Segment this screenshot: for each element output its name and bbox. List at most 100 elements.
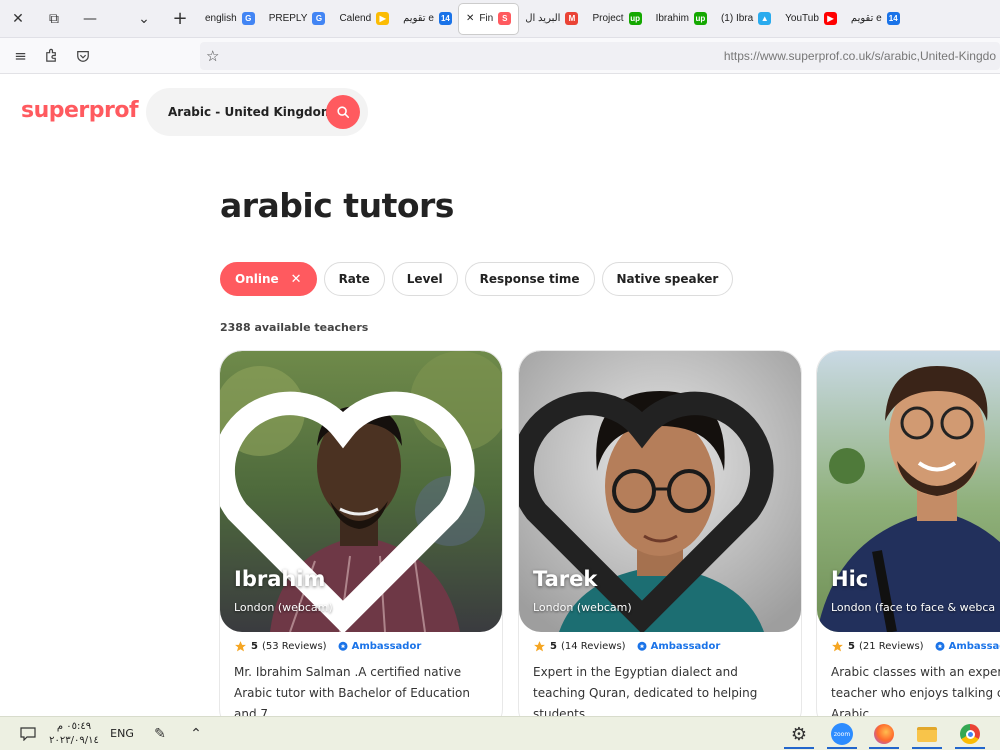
superprof-logo[interactable]: superprof — [21, 98, 139, 123]
page-title: arabic tutors — [220, 186, 454, 225]
tutor-photo[interactable]: Hic London (face to face & webca — [817, 351, 1000, 632]
tutor-location: London (webcam) — [234, 601, 333, 614]
tab-list: english G PREPLY G Calend ▶ تقويم e 14 ✕ Fin S البر… — [198, 3, 907, 34]
filter-native-speaker[interactable]: Native speaker — [601, 262, 734, 296]
tutor-card[interactable]: Hic London (face to face & webca 5 (21 R… — [817, 351, 1000, 716]
tutor-location: London (face to face & webca — [831, 601, 996, 614]
browser-tab[interactable]: تقويم e 14 — [396, 4, 459, 34]
review-count: (21 Reviews) — [858, 641, 924, 652]
close-window-icon[interactable]: ✕ — [0, 0, 36, 38]
tab-label: english — [205, 13, 237, 24]
chrome-icon[interactable] — [953, 719, 987, 749]
tutor-rating-row: 5 (14 Reviews) Ambassador — [533, 640, 720, 653]
browser-tab[interactable]: (1) Ibra ▲ — [714, 4, 778, 34]
menu-icon[interactable]: ≡ — [5, 38, 36, 74]
superprof-icon: S — [498, 12, 512, 25]
bookmark-star-icon[interactable]: ☆ — [206, 47, 219, 65]
zoom-icon[interactable]: zoom — [825, 719, 859, 749]
page-content: superprof Arabic - United Kingdom arabic… — [0, 74, 1000, 716]
filter-rate[interactable]: Rate — [323, 262, 385, 296]
tutor-name: Ibrahim — [234, 567, 326, 591]
results-count: 2388 available teachers — [220, 321, 369, 334]
star-icon — [235, 641, 246, 652]
star-icon — [534, 641, 545, 652]
badge-label: Ambassador — [650, 641, 721, 652]
review-count: (53 Reviews) — [261, 641, 327, 652]
tutor-photo[interactable]: Tarek London (webcam) — [519, 351, 801, 632]
tutor-rating-row: 5 (21 Reviews) Ambassad — [831, 640, 1000, 653]
browser-tab[interactable]: Ibrahim up — [649, 4, 714, 34]
browser-tab[interactable]: PREPLY G — [262, 4, 333, 34]
tab-list-chevron-icon[interactable]: ⌄ — [126, 0, 162, 38]
tab-label: PREPLY — [268, 13, 308, 24]
minimize-window-icon[interactable]: — — [72, 0, 108, 38]
os-taskbar: ٠٥:٤٩ م ٢٠٢٣/٠٩/١٤ ENG ✎ ⌃ ⚙ zoom — [0, 716, 1000, 750]
tab-label: تقويم e — [403, 13, 434, 24]
search-box[interactable]: Arabic - United Kingdom — [146, 88, 368, 136]
heart-icon[interactable] — [519, 371, 783, 632]
pocket-icon[interactable] — [67, 38, 98, 74]
browser-tab[interactable]: ✕ Fin S — [458, 3, 519, 34]
clock[interactable]: ٠٥:٤٩ م ٢٠٢٣/٠٩/١٤ — [46, 720, 102, 748]
firefox-icon[interactable] — [867, 719, 901, 749]
tutor-description: Expert in the Egyptian dialect and teach… — [533, 665, 758, 716]
gmail-icon: M — [565, 12, 579, 25]
extensions-icon[interactable] — [36, 38, 67, 74]
google-calendar-icon: 14 — [438, 12, 452, 25]
ambassador-badge: Ambassador — [636, 641, 721, 653]
new-tab-icon[interactable]: + — [162, 0, 198, 38]
filter-label: Rate — [338, 272, 370, 286]
filter-response-time[interactable]: Response time — [464, 262, 595, 296]
browser-tab[interactable]: Calend ▶ — [332, 4, 396, 34]
tutor-location: London (webcam) — [533, 601, 632, 614]
search-button[interactable] — [326, 95, 360, 129]
address-bar[interactable]: ☆ https://www.superprof.co.uk/s/arabic,U… — [200, 42, 1000, 70]
star-icon — [832, 641, 843, 652]
tutor-description: Mr. Ibrahim Salman .A certified native A… — [234, 665, 470, 716]
browser-tab-strip: ✕ ⧉ — ⌄ + english G PREPLY G Calend ▶ تقويم e 1… — [0, 0, 1000, 38]
youtube-icon: ▶ — [823, 12, 837, 25]
telegram-icon: ▲ — [758, 12, 772, 25]
filter-level[interactable]: Level — [391, 262, 458, 296]
tutor-card[interactable]: Ibrahim London (webcam) 5 (53 Reviews) A… — [220, 351, 502, 716]
browser-tab[interactable]: البريد ال M — [518, 4, 585, 34]
restore-window-icon[interactable]: ⧉ — [36, 0, 72, 38]
calendar-icon: ▶ — [376, 12, 390, 25]
chevron-up-icon[interactable]: ⌃ — [178, 717, 214, 751]
badge-label: Ambassad — [948, 641, 1000, 652]
google-icon: G — [312, 12, 326, 25]
notification-icon[interactable] — [10, 717, 46, 751]
url-text[interactable]: https://www.superprof.co.uk/s/arabic,Uni… — [724, 49, 996, 63]
google-calendar-icon: 14 — [886, 12, 900, 25]
rating-value: 5 — [251, 641, 258, 652]
search-input[interactable]: Arabic - United Kingdom — [168, 105, 333, 119]
close-icon[interactable]: ✕ — [291, 272, 302, 287]
tutor-card[interactable]: Tarek London (webcam) 5 (14 Reviews) Amb… — [519, 351, 801, 716]
tutor-photo[interactable]: Ibrahim London (webcam) — [220, 351, 502, 632]
filter-label: Level — [406, 272, 443, 286]
tab-label: Fin — [479, 13, 494, 24]
clock-date: ٢٠٢٣/٠٩/١٤ — [49, 734, 99, 746]
browser-tab[interactable]: YouTub ▶ — [778, 4, 844, 34]
tutor-rating-row: 5 (53 Reviews) Ambassador — [234, 640, 421, 653]
ambassador-badge: Ambassad — [934, 641, 1000, 653]
ambassador-icon — [338, 641, 348, 651]
ambassador-badge: Ambassador — [337, 641, 421, 653]
settings-icon[interactable]: ⚙ — [782, 719, 816, 749]
filter-online[interactable]: Online ✕ — [220, 262, 317, 296]
browser-tab[interactable]: تقويم e 14 — [844, 4, 907, 34]
ambassador-icon — [637, 641, 647, 651]
close-tab-icon[interactable]: ✕ — [466, 13, 474, 24]
tutor-name: Hic — [831, 567, 869, 591]
tab-label: (1) Ibra — [720, 13, 754, 24]
heart-icon[interactable] — [220, 371, 484, 632]
filter-bar: Online ✕ Rate Level Response time Native… — [220, 262, 734, 296]
tutor-description: Arabic classes with an exper teacher who… — [831, 665, 1000, 716]
google-icon: G — [241, 12, 255, 25]
file-explorer-icon[interactable] — [910, 719, 944, 749]
browser-tab[interactable]: Project up — [585, 4, 648, 34]
browser-tab[interactable]: english G — [198, 4, 262, 34]
pen-icon[interactable]: ✎ — [142, 717, 178, 751]
browser-toolbar: ≡ ☆ https://www.superprof.co.uk/s/arabic… — [0, 38, 1000, 74]
language-indicator[interactable]: ENG — [102, 727, 142, 740]
